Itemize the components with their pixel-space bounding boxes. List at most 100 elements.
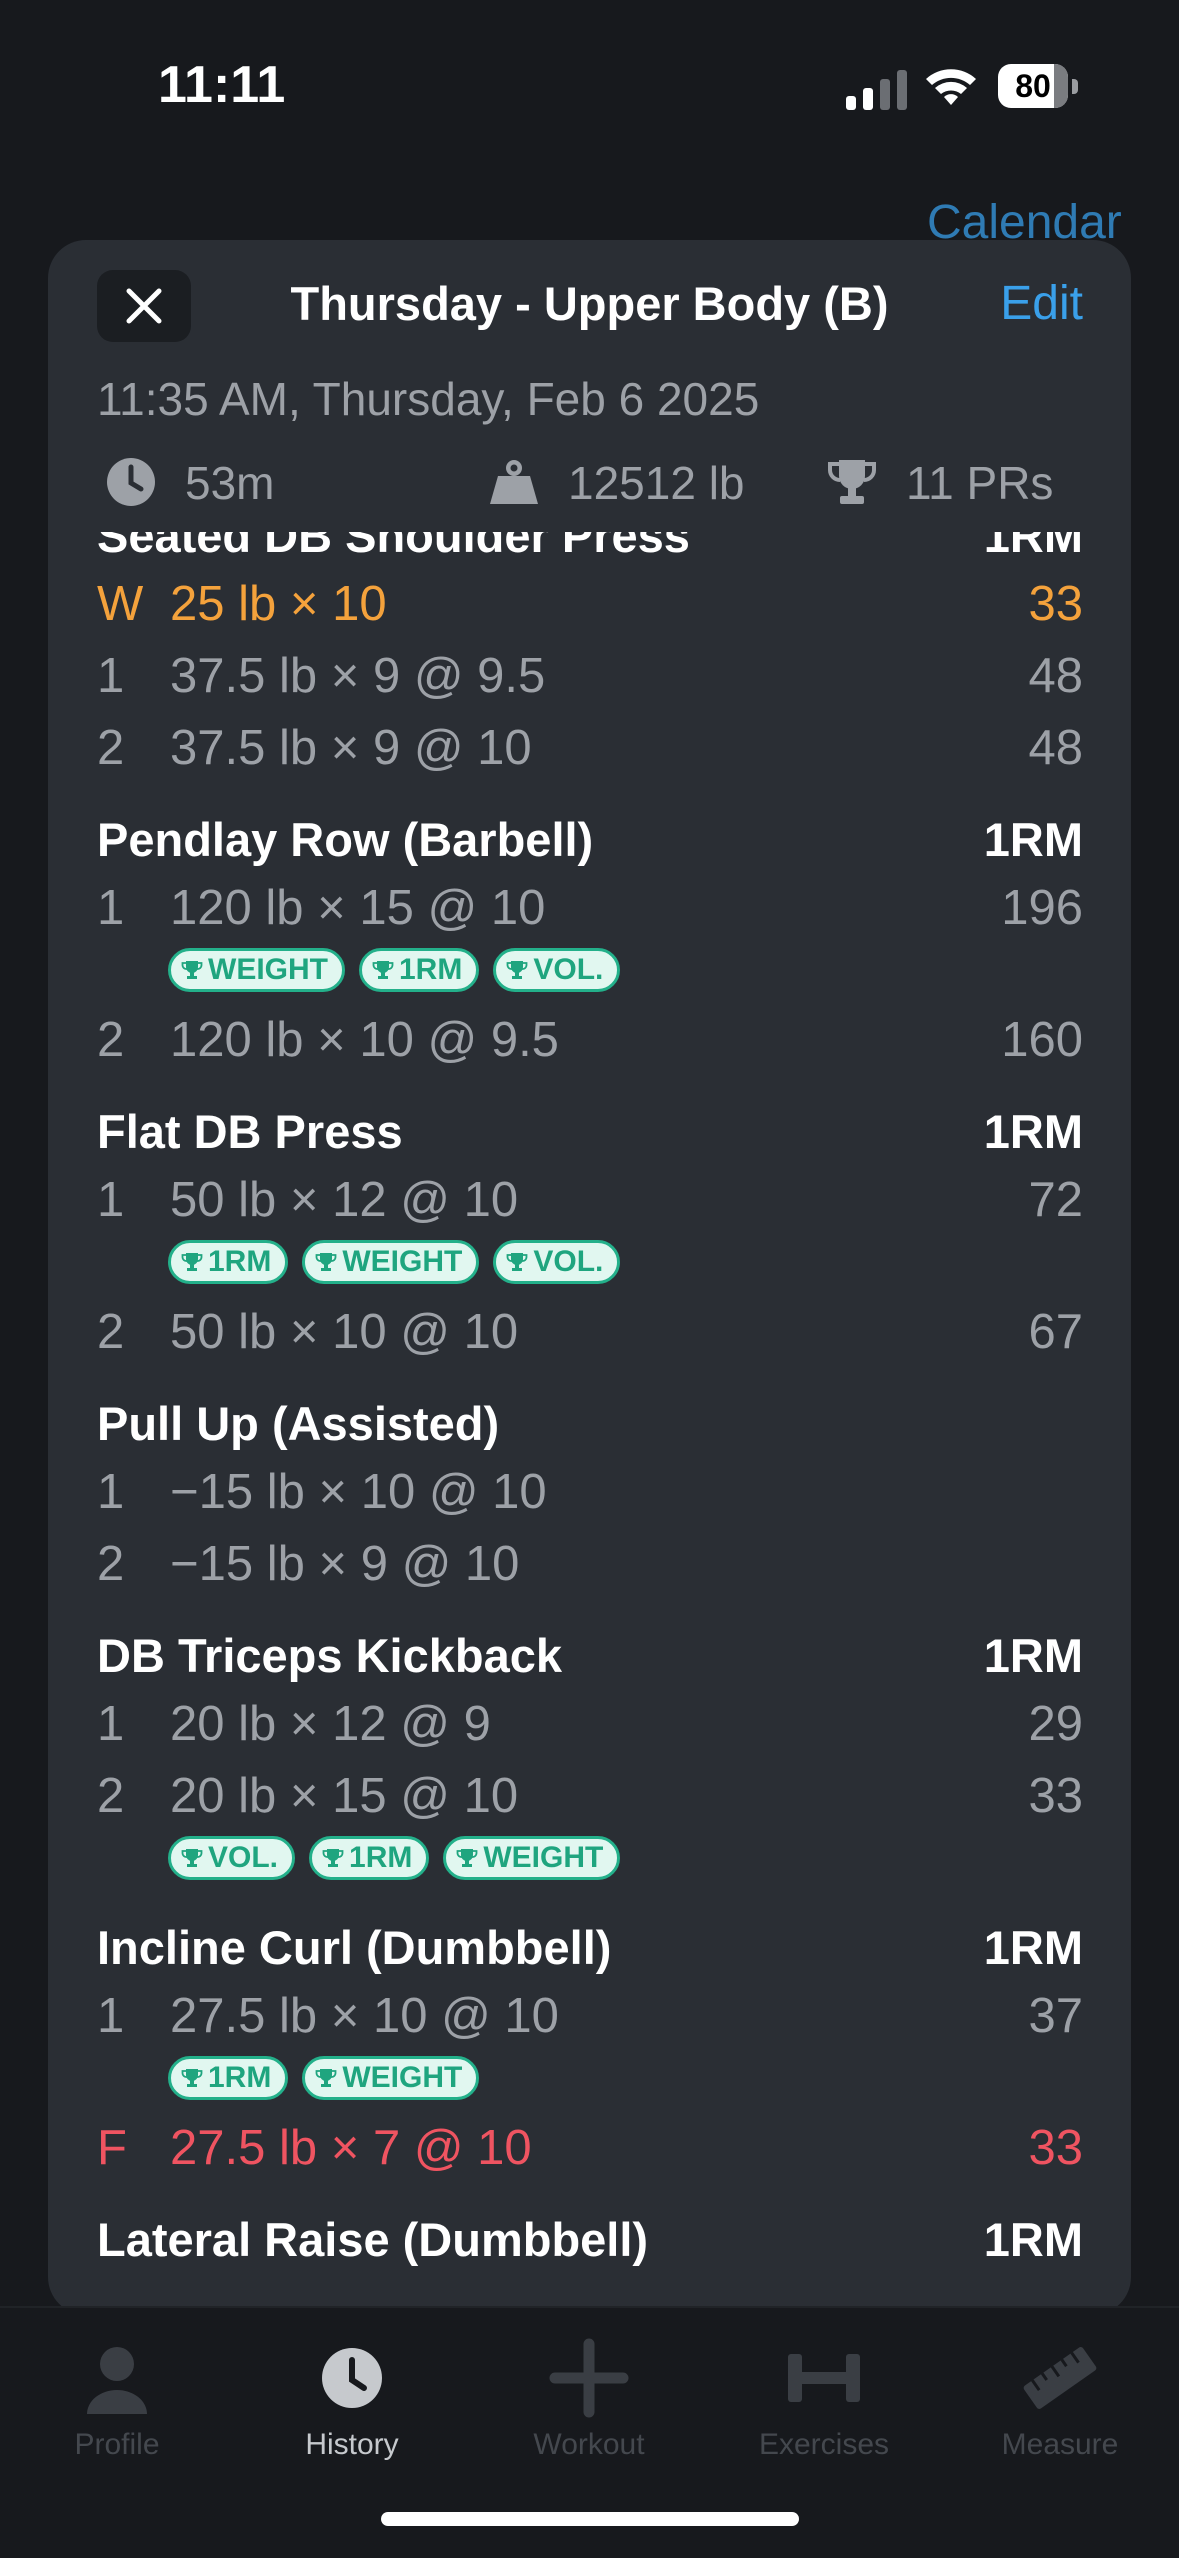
clock-icon — [107, 458, 155, 506]
set-index: 1 — [97, 1173, 125, 1227]
pr-badge: WEIGHT — [302, 1240, 480, 1284]
tab-history[interactable]: History — [252, 2338, 452, 2461]
pr-badge: WEIGHT — [168, 948, 345, 992]
status-time: 11:11 — [158, 56, 286, 114]
pr-badge-label: WEIGHT — [342, 1245, 463, 1278]
set-detail: 37.5 lb × 9 @ 10 — [170, 721, 532, 775]
dumbbell-icon — [788, 2354, 860, 2402]
set-row: 1 −15 lb × 10 @ 10 — [48, 1456, 1131, 1528]
battery-icon: 80 — [998, 64, 1078, 110]
pr-badges: 1RM WEIGHT — [48, 2052, 1131, 2112]
set-one-rep-max: 72 — [1028, 1173, 1083, 1227]
exercise-name: Flat DB Press — [97, 1105, 403, 1158]
set-one-rep-max: 29 — [1028, 1697, 1083, 1751]
pr-badges: 1RM WEIGHT VOL. — [48, 1236, 1131, 1296]
exercise-card[interactable]: Flat DB Press 1RM 1 50 lb × 12 @ 10 72 1RM WEI… — [48, 1098, 1131, 1390]
one-rep-max-header: 1RM — [983, 532, 1083, 562]
one-rep-max-header: 1RM — [983, 813, 1083, 866]
trophy-icon — [181, 1253, 203, 1271]
pr-badge-label: WEIGHT — [208, 953, 328, 986]
one-rep-max-header: 1RM — [983, 1629, 1083, 1682]
trophy-icon — [181, 1849, 203, 1867]
trophy-icon — [506, 961, 528, 979]
set-index: W — [97, 577, 144, 631]
set-row: 2 20 lb × 15 @ 10 33 — [48, 1760, 1131, 1832]
set-detail: 20 lb × 12 @ 9 — [170, 1697, 491, 1751]
ruler-icon — [1023, 2347, 1097, 2409]
set-row: 1 20 lb × 12 @ 9 29 — [48, 1688, 1131, 1760]
set-one-rep-max: 48 — [1028, 721, 1083, 775]
exercise-header: Pull Up (Assisted) — [48, 1390, 1131, 1456]
set-row: 2 50 lb × 10 @ 10 67 — [48, 1296, 1131, 1368]
set-detail: 25 lb × 10 — [170, 577, 387, 631]
weight-icon — [490, 460, 538, 504]
exercise-card[interactable]: DB Triceps Kickback 1RM 1 20 lb × 12 @ 9 29 2… — [48, 1622, 1131, 1914]
pr-badges: VOL. 1RM WEIGHT — [48, 1832, 1131, 1892]
set-row: 2 37.5 lb × 9 @ 10 48 — [48, 712, 1131, 784]
trophy-icon — [456, 1849, 478, 1867]
tab-workout[interactable]: Workout — [489, 2338, 689, 2461]
trophy-icon — [322, 1849, 344, 1867]
set-index: 1 — [97, 1989, 125, 2043]
duration-stat: 53m — [105, 452, 335, 512]
pr-badge-label: VOL. — [533, 1245, 604, 1278]
set-one-rep-max: 48 — [1028, 649, 1083, 703]
one-rep-max-header: 1RM — [983, 2213, 1083, 2266]
tab-profile[interactable]: Profile — [17, 2338, 217, 2461]
exercise-header: Flat DB Press 1RM — [48, 1098, 1131, 1164]
set-one-rep-max: 37 — [1028, 1989, 1083, 2043]
set-one-rep-max: 67 — [1028, 1305, 1083, 1359]
tab-label: History — [305, 2428, 399, 2461]
exercise-header: DB Triceps Kickback 1RM — [48, 1622, 1131, 1688]
edit-button[interactable]: Edit — [1000, 276, 1083, 331]
status-bar: 11:11 80 — [0, 0, 1179, 170]
set-index: 2 — [97, 1769, 125, 1823]
pr-badge-label: 1RM — [208, 2061, 272, 2094]
exercise-card[interactable]: Incline Curl (Dumbbell) 1RM 1 27.5 lb × 10 … — [48, 1914, 1131, 2206]
exercise-card[interactable]: Seated DB Shoulder Press 1RM W 25 lb × 10 33… — [48, 532, 1131, 806]
trophy-icon — [828, 460, 876, 504]
set-row: W 25 lb × 10 33 — [48, 568, 1131, 640]
tab-exercises[interactable]: Exercises — [724, 2338, 924, 2461]
set-detail: 120 lb × 15 @ 10 — [170, 881, 546, 935]
pr-badge: VOL. — [493, 1240, 621, 1284]
pr-badge: 1RM — [168, 1240, 289, 1284]
exercise-card[interactable]: Lateral Raise (Dumbbell) 1RM — [48, 2206, 1131, 2294]
exercise-name: Pendlay Row (Barbell) — [97, 813, 594, 866]
set-row: 2 120 lb × 10 @ 9.5 160 — [48, 1004, 1131, 1076]
battery-percent: 80 — [1015, 68, 1051, 104]
exercise-card[interactable]: Pull Up (Assisted) 1 −15 lb × 10 @ 10 2 −15 … — [48, 1390, 1131, 1622]
exercise-header: Lateral Raise (Dumbbell) 1RM — [48, 2206, 1131, 2272]
set-index: 2 — [97, 1013, 125, 1067]
set-detail: 50 lb × 10 @ 10 — [170, 1305, 519, 1359]
pr-badges: WEIGHT 1RM VOL. — [48, 944, 1131, 1004]
set-index: 1 — [97, 1465, 125, 1519]
one-rep-max-header: 1RM — [983, 1105, 1083, 1158]
wifi-icon — [926, 69, 976, 105]
set-detail: 120 lb × 10 @ 9.5 — [170, 1013, 559, 1067]
trophy-icon — [372, 961, 394, 979]
tab-label: Exercises — [758, 2428, 890, 2461]
person-icon — [87, 2347, 147, 2414]
set-one-rep-max: 196 — [1001, 881, 1083, 935]
set-row: 1 37.5 lb × 9 @ 9.5 48 — [48, 640, 1131, 712]
set-row: 2 −15 lb × 9 @ 10 — [48, 1528, 1131, 1600]
tab-measure[interactable]: Measure — [960, 2338, 1160, 2461]
set-index: 2 — [97, 721, 125, 775]
set-detail: 20 lb × 15 @ 10 — [170, 1769, 519, 1823]
workout-title: Thursday - Upper Body (B) — [290, 277, 889, 330]
pr-badge: WEIGHT — [443, 1836, 621, 1880]
trophy-icon — [315, 1253, 337, 1271]
exercise-list[interactable]: Seated DB Shoulder Press 1RM W 25 lb × 10 33… — [48, 532, 1131, 2315]
sheet-header: Thursday - Upper Body (B) Edit 11:35 AM,… — [48, 240, 1131, 532]
pr-badge-label: VOL. — [208, 1841, 279, 1874]
pr-badge: 1RM — [309, 1836, 430, 1880]
pr-badge-label: VOL. — [533, 953, 604, 986]
exercise-card[interactable]: Pendlay Row (Barbell) 1RM 1 120 lb × 15 @ 1… — [48, 806, 1131, 1098]
exercise-name: Lateral Raise (Dumbbell) — [97, 2213, 649, 2266]
set-one-rep-max: 33 — [1028, 2121, 1083, 2175]
volume-stat: 12512 lb — [488, 452, 788, 512]
tab-label: Profile — [74, 2428, 160, 2461]
set-detail: 27.5 lb × 10 @ 10 — [170, 1989, 559, 2043]
pr-badge: VOL. — [493, 948, 621, 992]
